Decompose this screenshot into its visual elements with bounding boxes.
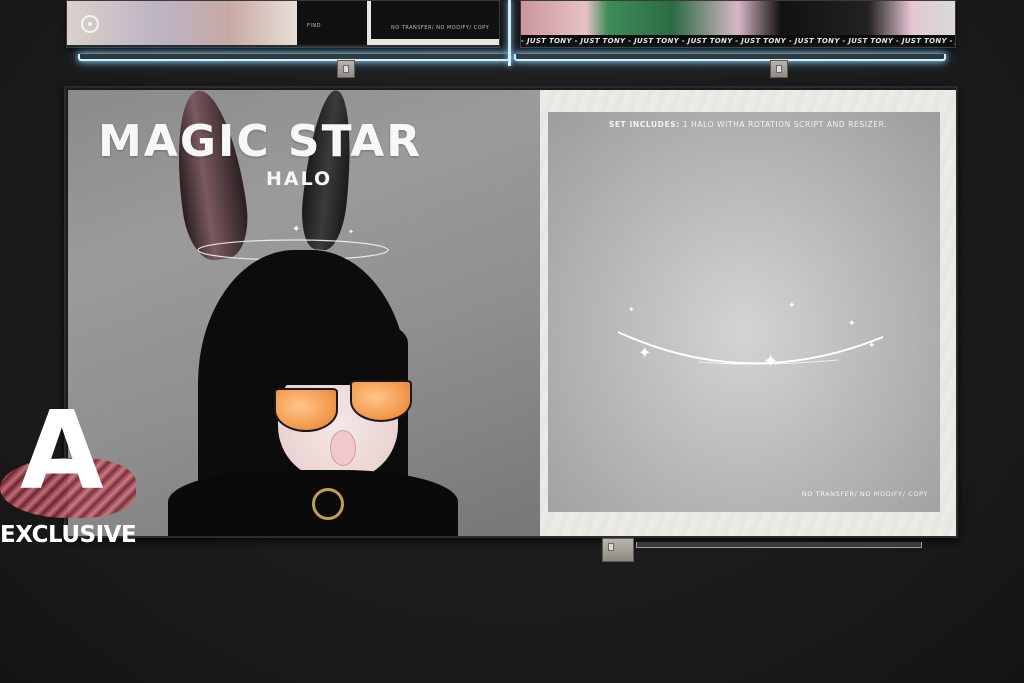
top-left-product-image xyxy=(67,1,297,45)
choker-ring-icon xyxy=(312,488,344,520)
top-left-small-label: FIND xyxy=(307,23,321,29)
badge-label: EXCLUSIVE xyxy=(0,522,137,548)
product-title: MAGIC STAR xyxy=(98,116,423,167)
set-includes: SET INCLUDES: 1 HALO WITHA ROTATION SCRI… xyxy=(608,120,888,130)
neon-rail-left xyxy=(78,54,510,61)
hanger-clip-bottom xyxy=(602,538,634,562)
halo-preview-card: SET INCLUDES: 1 HALO WITHA ROTATION SCRI… xyxy=(548,112,940,512)
magic-star-vendor-board[interactable]: ✦ ✦ ✦ MAGIC STAR HALO SET INCLUDES: 1 HA… xyxy=(64,86,958,538)
neon-rail-right xyxy=(514,54,946,61)
circle-logo-icon xyxy=(81,15,99,33)
top-left-permissions: NO TRANSFER/ NO MODIFY/ COPY xyxy=(391,25,490,31)
sunglasses-lens-right xyxy=(350,380,412,422)
svg-text:✦: ✦ xyxy=(348,228,354,236)
hanger-clip-left xyxy=(337,60,355,78)
svg-text:✦: ✦ xyxy=(763,351,778,372)
halo-preview-icon: ✦ ✦ ✦ ✦ ✦ ✦ xyxy=(617,301,884,372)
character-mouth xyxy=(330,430,356,466)
svg-text:✦: ✦ xyxy=(848,319,856,329)
top-right-product-image xyxy=(521,1,955,35)
svg-text:✦: ✦ xyxy=(292,224,300,235)
set-includes-label: SET INCLUDES: xyxy=(608,120,680,129)
permissions-text: NO TRANSFER/ NO MODIFY/ COPY xyxy=(801,490,928,498)
top-left-vendor-panel[interactable]: FIND NO TRANSFER/ NO MODIFY/ COPY xyxy=(66,0,500,48)
sunglasses-lens-left xyxy=(274,388,338,432)
just-tony-strip: - JUST TONY - JUST TONY - JUST TONY - JU… xyxy=(521,35,955,47)
exclusive-badge: A EXCLUSIVE xyxy=(0,398,150,554)
svg-text:✦: ✦ xyxy=(788,301,796,311)
ad-right-panel: SET INCLUDES: 1 HALO WITHA ROTATION SCRI… xyxy=(540,90,956,536)
top-left-black-block: FIND xyxy=(297,1,367,45)
badge-letter: A xyxy=(20,389,104,514)
svg-text:✦: ✦ xyxy=(868,341,876,351)
neon-divider xyxy=(508,0,511,66)
product-subtitle: HALO xyxy=(266,168,333,190)
character-bangs xyxy=(238,315,408,385)
set-includes-text: 1 HALO WITHA ROTATION SCRIPT AND RESIZER… xyxy=(682,120,888,129)
top-left-paper-block: NO TRANSFER/ NO MODIFY/ COPY xyxy=(367,1,499,45)
top-right-vendor-panel[interactable]: - JUST TONY - JUST TONY - JUST TONY - JU… xyxy=(520,0,956,48)
bottom-rail xyxy=(636,542,922,548)
svg-text:✦: ✦ xyxy=(638,343,651,362)
svg-text:✦: ✦ xyxy=(628,305,635,314)
hanger-clip-right xyxy=(770,60,788,78)
